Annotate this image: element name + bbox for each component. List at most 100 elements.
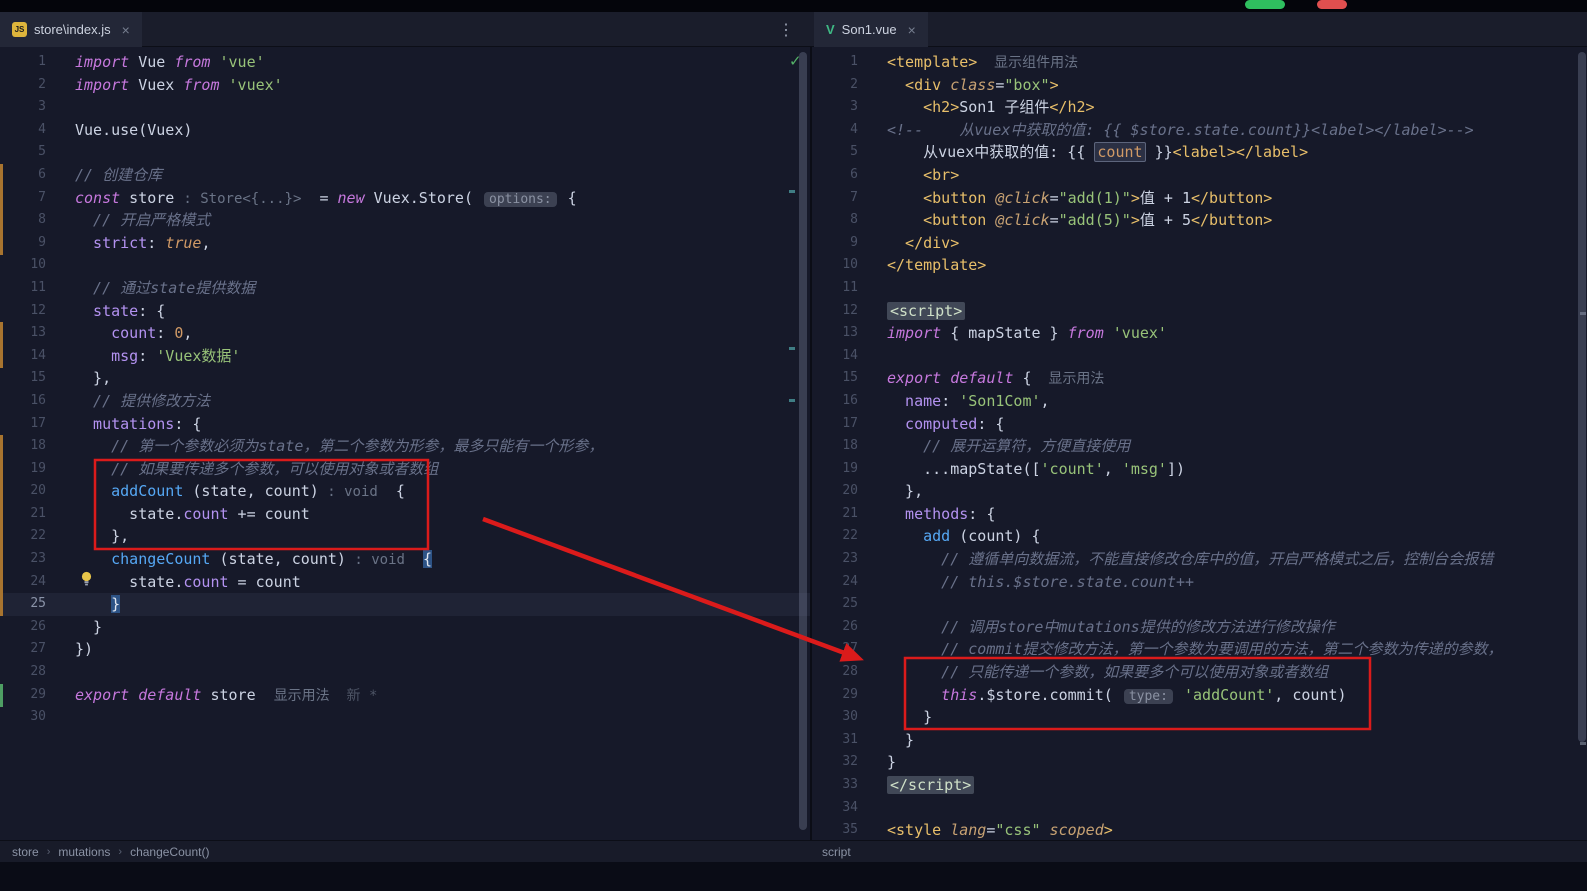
code-line[interactable]: 3 [0, 96, 810, 119]
line-number: 11 [842, 279, 858, 295]
code-line[interactable]: 27 // commit提交修改方法，第一个参数为要调用的方法，第二个参数为传递… [812, 638, 1587, 661]
line-number: 22 [842, 528, 858, 544]
line-number: 18 [30, 438, 46, 454]
code-line[interactable]: 14 [812, 345, 1587, 368]
line-number: 2 [38, 76, 46, 92]
code-line[interactable]: 5 [0, 141, 810, 164]
code-line[interactable]: 30 } [812, 706, 1587, 729]
code-line[interactable]: 29 this.$store.commit( type: 'addCount',… [812, 684, 1587, 707]
code-line[interactable]: 14 msg: 'Vuex数据' [0, 345, 810, 368]
code-line[interactable]: 33 </script> [812, 774, 1587, 797]
code-line[interactable]: 8 // 开启严格模式 [0, 209, 810, 232]
code-line[interactable]: 28 [0, 661, 810, 684]
indicator-pill-red [1317, 0, 1347, 9]
breadcrumb-separator: › [46, 846, 51, 858]
code-line[interactable]: 15 }, [0, 367, 810, 390]
code-line[interactable]: 18 // 展开运算符，方便直接使用 [812, 435, 1587, 458]
code-line[interactable]: 27}) [0, 638, 810, 661]
code-line[interactable]: 35 <style lang="css" scoped> [812, 819, 1587, 840]
scrollbar-left[interactable] [799, 52, 807, 830]
breadcrumb-item[interactable]: mutations [58, 845, 110, 859]
code-line[interactable]: 21 methods: { [812, 503, 1587, 526]
line-number: 32 [842, 754, 858, 770]
scrollbar-right[interactable] [1578, 52, 1586, 742]
code-line[interactable]: 9 strict: true, [0, 232, 810, 255]
code-line[interactable]: 4 Vue.use(Vuex) [0, 119, 810, 142]
code-line[interactable]: 26 } [0, 616, 810, 639]
code-line[interactable]: 1 <template> 显示组件用法 [812, 51, 1587, 74]
line-number: 6 [850, 166, 858, 182]
code-line[interactable]: 11 [812, 277, 1587, 300]
code-line[interactable]: 30 [0, 706, 810, 729]
tab-bar-right: V Son1.vue × [810, 12, 1587, 47]
line-number: 13 [30, 325, 46, 341]
line-number: 19 [30, 460, 46, 476]
code-line[interactable]: 34 [812, 797, 1587, 820]
code-line[interactable]: 15 export default { 显示用法 [812, 367, 1587, 390]
code-line[interactable]: 21 state.count += count [0, 503, 810, 526]
code-line[interactable]: 6// 创建仓库 [0, 164, 810, 187]
code-line[interactable]: 20 }, [812, 480, 1587, 503]
code-line[interactable]: 10 </template> [812, 254, 1587, 277]
tab-close-icon[interactable]: × [122, 22, 130, 38]
code-line[interactable]: 7 <button @click="add(1)">值 + 1</button> [812, 187, 1587, 210]
line-number: 21 [842, 505, 858, 521]
code-line[interactable]: 18 // 第一个参数必须为state，第二个参数为形参，最多只能有一个形参， [0, 435, 810, 458]
code-line[interactable]: 12 <script> [812, 300, 1587, 323]
editor-pane-left[interactable]: 1 import Vue from 'vue' 2 import Vuex from … [0, 47, 810, 840]
code-line[interactable]: 2 import Vuex from 'vuex' [0, 74, 810, 97]
tab-store-index-js[interactable]: JS store\index.js × [0, 12, 142, 47]
code-line[interactable]: 3 <h2>Son1 子组件</h2> [812, 96, 1587, 119]
code-line[interactable]: 32} [812, 751, 1587, 774]
code-line[interactable]: 23 changeCount (state, count) : void { [0, 548, 810, 571]
code-line[interactable]: 19 ...mapState(['count', 'msg']) [812, 458, 1587, 481]
code-line[interactable]: 17 computed: { [812, 413, 1587, 436]
breadcrumb-item[interactable]: script [822, 845, 851, 859]
line-number: 25 [842, 596, 858, 612]
line-number: 15 [30, 370, 46, 386]
code-line[interactable]: 13 count: 0, [0, 322, 810, 345]
code-line[interactable]: 13 import { mapState } from 'vuex' [812, 322, 1587, 345]
code-line[interactable]: 19 // 如果要传递多个参数，可以使用对象或者数组 [0, 458, 810, 481]
code-line[interactable]: 10 [0, 254, 810, 277]
breadcrumb-item[interactable]: store [12, 845, 39, 859]
code-line[interactable]: 25 [812, 593, 1587, 616]
code-line[interactable]: 24 state.count = count [0, 571, 810, 594]
code-line[interactable]: 16 // 提供修改方法 [0, 390, 810, 413]
code-line[interactable]: 1 import Vue from 'vue' [0, 51, 810, 74]
line-number: 23 [30, 551, 46, 567]
breadcrumb-item[interactable]: changeCount() [130, 845, 209, 859]
code-line[interactable]: 22 }, [0, 525, 810, 548]
code-line[interactable]: 26 // 调用store中mutations提供的修改方法进行修改操作 [812, 616, 1587, 639]
code-line[interactable]: 4 <!-- 从vuex中获取的值: {{ $store.state.count}… [812, 119, 1587, 142]
code-line[interactable]: 5 从vuex中获取的值: {{ count }}<label></label> [812, 141, 1587, 164]
line-number: 8 [38, 212, 46, 228]
code-line[interactable]: 24 // this.$store.state.count++ [812, 571, 1587, 594]
code-line[interactable]: 22 add (count) { [812, 525, 1587, 548]
line-number: 17 [842, 415, 858, 431]
line-number: 25 [30, 596, 46, 612]
line-number: 18 [842, 438, 858, 454]
tab-options-kebab-icon[interactable]: ⋮ [778, 20, 794, 40]
code-line[interactable]: 12 state: { [0, 300, 810, 323]
vcs-change-marker-modified [0, 164, 3, 255]
code-line[interactable]: 11 // 通过state提供数据 [0, 277, 810, 300]
code-line[interactable]: 7 const store : Store<{...}> = new Vuex.S… [0, 187, 810, 210]
tab-close-icon[interactable]: × [908, 22, 916, 38]
code-line[interactable]: 6 <br> [812, 164, 1587, 187]
code-line[interactable]: 20 addCount (state, count) : void { [0, 480, 810, 503]
code-line[interactable]: 25 } [0, 593, 810, 616]
code-line[interactable]: 9 </div> [812, 232, 1587, 255]
line-number: 27 [30, 641, 46, 657]
code-line[interactable]: 23 // 遵循单向数据流，不能直接修改仓库中的值，开启严格模式之后，控制台会报… [812, 548, 1587, 571]
code-line[interactable]: 29 export default store 显示用法 新 * [0, 684, 810, 707]
code-line[interactable]: 16 name: 'Son1Com', [812, 390, 1587, 413]
code-line[interactable]: 28 // 只能传递一个参数，如果要多个可以使用对象或者数组 [812, 661, 1587, 684]
code-line[interactable]: 31 } [812, 729, 1587, 752]
intention-bulb-icon[interactable] [80, 571, 93, 592]
code-line[interactable]: 2 <div class="box"> [812, 74, 1587, 97]
tab-son1-vue[interactable]: V Son1.vue × [814, 12, 928, 47]
code-line[interactable]: 17 mutations: { [0, 413, 810, 436]
editor-pane-right[interactable]: 1 <template> 显示组件用法 2 <div class="box"> 3 <… [810, 47, 1587, 840]
code-line[interactable]: 8 <button @click="add(5)">值 + 5</button> [812, 209, 1587, 232]
